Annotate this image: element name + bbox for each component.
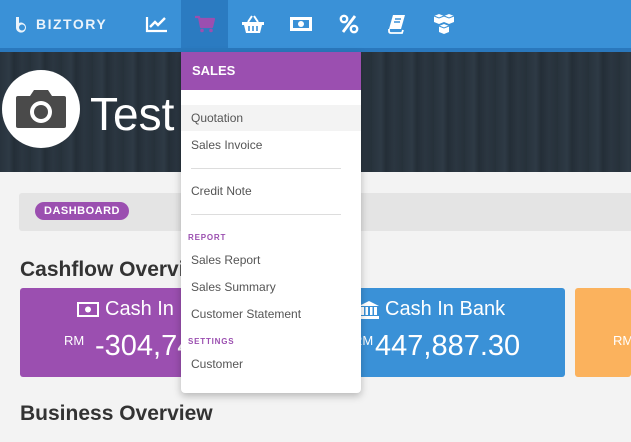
money-icon [77, 302, 99, 317]
nav-banking[interactable] [277, 0, 324, 48]
menu-divider [191, 214, 341, 215]
company-avatar[interactable] [2, 70, 80, 148]
cart-icon [194, 15, 215, 33]
sales-dropdown-menu: SALES Quotation Sales Invoice Credit Not… [181, 52, 361, 393]
cash-in-bank-value: 447,887.30 [375, 330, 521, 362]
cash-in-hand-card[interactable]: Cash In Hand RM -304,74 [20, 288, 200, 377]
nav-tax[interactable] [325, 0, 372, 48]
menu-item-sales-summary[interactable]: Sales Summary [181, 274, 361, 300]
trending-up-icon [145, 17, 167, 33]
menu-divider [191, 168, 341, 169]
cubes-icon [433, 14, 454, 34]
cash-in-bank-card[interactable]: Cash In Bank RM 447,887.30 [345, 288, 565, 377]
cash-in-hand-value: -304,74 [95, 330, 194, 362]
book-icon [387, 15, 405, 34]
camera-icon [16, 90, 66, 128]
nav-inventory[interactable] [420, 0, 467, 48]
breadcrumb-dashboard[interactable]: DASHBOARD [35, 202, 129, 220]
menu-item-customer[interactable]: Customer [181, 351, 361, 377]
menu-item-sales-report[interactable]: Sales Report [181, 247, 361, 273]
bank-icon [359, 300, 379, 319]
menu-group-settings: SETTINGS [188, 337, 235, 346]
menu-item-sales-invoice[interactable]: Sales Invoice [181, 132, 361, 158]
nav-accounting[interactable] [373, 0, 420, 48]
biztory-logo-icon [15, 17, 26, 33]
business-overview-title: Business Overview [20, 402, 213, 425]
brand-name: BIZTORY [36, 16, 108, 32]
nav-purchase[interactable] [229, 0, 276, 48]
currency-label: RM [613, 333, 631, 348]
currency-label: RM [64, 333, 85, 348]
menu-item-credit-note[interactable]: Credit Note [181, 178, 361, 204]
nav-sales[interactable] [181, 0, 228, 48]
cash-in-bank-header: Cash In Bank [359, 298, 505, 321]
money-icon [289, 17, 312, 31]
cash-in-bank-title: Cash In Bank [385, 298, 506, 320]
basket-icon [241, 15, 264, 33]
brand-logo[interactable]: BIZTORY [14, 14, 107, 34]
menu-item-quotation[interactable]: Quotation [181, 105, 361, 131]
nav-dashboard[interactable] [133, 0, 180, 48]
sales-menu-header: SALES [181, 52, 361, 90]
menu-group-report: REPORT [188, 233, 227, 242]
percent-icon [339, 14, 358, 34]
menu-item-customer-statement[interactable]: Customer Statement [181, 301, 361, 327]
third-summary-card[interactable]: RM [575, 288, 631, 377]
